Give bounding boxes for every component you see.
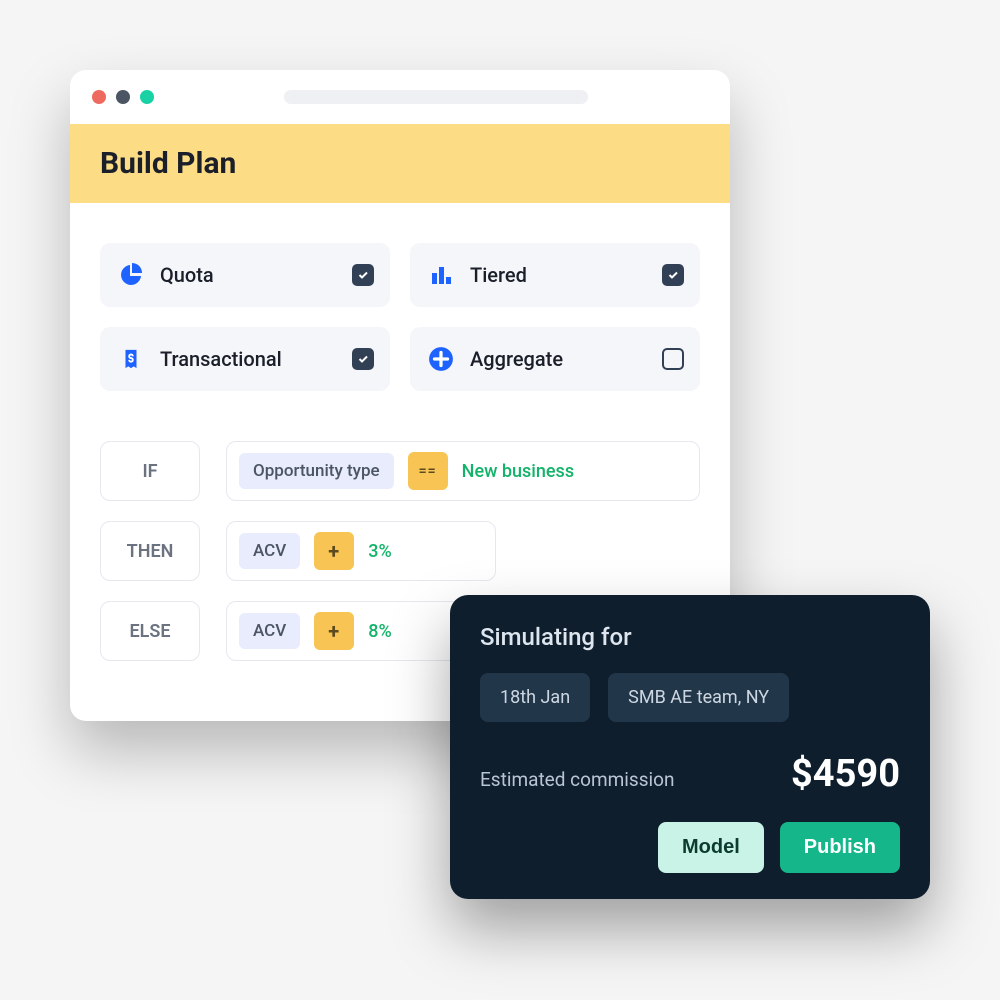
option-tiered[interactable]: Tiered — [410, 243, 700, 307]
simulation-filters: 18th Jan SMB AE team, NY — [480, 673, 900, 722]
window-titlebar — [70, 70, 730, 124]
maximize-icon[interactable] — [140, 90, 154, 104]
checkbox-checked-icon[interactable] — [352, 264, 374, 286]
page-title: Build Plan — [70, 124, 730, 203]
field-chip[interactable]: Opportunity type — [239, 453, 394, 489]
estimated-commission-row: Estimated commission $4590 — [480, 752, 900, 796]
option-label: Transactional — [160, 347, 338, 371]
checkbox-checked-icon[interactable] — [352, 348, 374, 370]
simulation-title: Simulating for — [480, 623, 900, 651]
keyword-then: THEN — [100, 521, 200, 581]
value[interactable]: New business — [462, 461, 574, 482]
model-button[interactable]: Model — [658, 822, 764, 873]
operator-chip[interactable]: + — [314, 612, 354, 650]
team-chip[interactable]: SMB AE team, NY — [608, 673, 789, 722]
field-chip[interactable]: ACV — [239, 613, 300, 649]
checkbox-checked-icon[interactable] — [662, 264, 684, 286]
field-chip[interactable]: ACV — [239, 533, 300, 569]
minimize-icon[interactable] — [116, 90, 130, 104]
option-aggregate[interactable]: Aggregate — [410, 327, 700, 391]
expression[interactable]: ACV + 3% — [226, 521, 496, 581]
publish-button[interactable]: Publish — [780, 822, 900, 873]
keyword-else: ELSE — [100, 601, 200, 661]
value[interactable]: 3% — [368, 541, 391, 562]
option-label: Quota — [160, 263, 338, 287]
operator-chip[interactable]: == — [408, 452, 448, 490]
date-chip[interactable]: 18th Jan — [480, 673, 590, 722]
receipt-icon — [116, 344, 146, 374]
option-quota[interactable]: Quota — [100, 243, 390, 307]
plus-circle-icon — [426, 344, 456, 374]
expression[interactable]: Opportunity type == New business — [226, 441, 700, 501]
rule-then: THEN ACV + 3% — [100, 521, 700, 581]
plan-options: Quota Tiered Transactional — [70, 203, 730, 411]
checkbox-unchecked-icon[interactable] — [662, 348, 684, 370]
pie-chart-icon — [116, 260, 146, 290]
keyword-if: IF — [100, 441, 200, 501]
close-icon[interactable] — [92, 90, 106, 104]
estimated-amount: $4590 — [791, 752, 900, 796]
rule-if: IF Opportunity type == New business — [100, 441, 700, 501]
option-label: Tiered — [470, 263, 648, 287]
option-transactional[interactable]: Transactional — [100, 327, 390, 391]
simulation-card: Simulating for 18th Jan SMB AE team, NY … — [450, 595, 930, 899]
address-bar-placeholder — [284, 90, 588, 104]
value[interactable]: 8% — [368, 621, 391, 642]
operator-chip[interactable]: + — [314, 532, 354, 570]
option-label: Aggregate — [470, 347, 648, 371]
bar-chart-icon — [426, 260, 456, 290]
estimated-label: Estimated commission — [480, 768, 674, 791]
simulation-actions: Model Publish — [480, 822, 900, 873]
